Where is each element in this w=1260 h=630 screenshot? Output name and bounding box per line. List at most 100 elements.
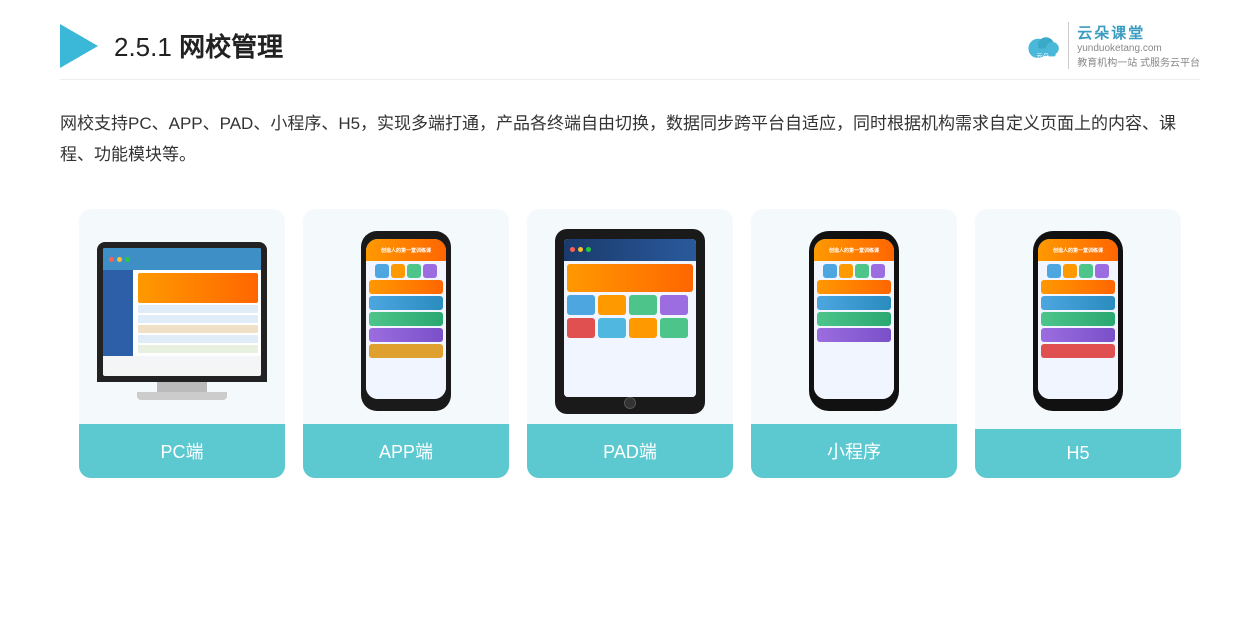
page-title: 2.5.1 网校管理	[114, 27, 283, 64]
pc-image-area	[79, 209, 285, 424]
phone-body-h5	[1038, 261, 1118, 399]
tablet-icon-grid	[567, 295, 693, 315]
phone-mockup-mini: 创造人的第一堂训练课	[809, 231, 899, 411]
phone-screen-app: 创造人的第一堂训练课	[366, 239, 446, 399]
tablet-icon	[567, 318, 595, 338]
phone-card-item	[369, 296, 443, 310]
phone-body	[366, 261, 446, 399]
phone-icon	[855, 264, 869, 278]
phone-notch	[391, 231, 421, 239]
brand-text-area: 云朵课堂 yunduoketang.com 教育机构一站 式服务云平台	[1068, 22, 1200, 69]
tagline-line1: 教育机构一站	[1077, 58, 1137, 69]
tablet-header	[564, 239, 696, 261]
card-label-h5: H5	[975, 429, 1181, 478]
pc-main-content	[135, 270, 261, 356]
phone-icon	[871, 264, 885, 278]
card-label-pc: PC端	[79, 424, 285, 478]
phone-card-row-mini	[817, 280, 891, 342]
phone-card-item	[1041, 312, 1115, 326]
phone-body-mini	[814, 261, 894, 399]
header: 2.5.1 网校管理 云朵 云朵课堂 yunduoketang.com 教育机构…	[60, 0, 1200, 80]
phone-card-row	[369, 280, 443, 358]
tablet-icon	[629, 295, 657, 315]
phone-notch-mini	[839, 231, 869, 239]
phone-card-item	[369, 312, 443, 326]
tablet-body	[564, 261, 696, 397]
tablet-banner	[567, 264, 693, 292]
header-right: 云朵 云朵课堂 yunduoketang.com 教育机构一站 式服务云平台	[1022, 22, 1200, 69]
card-h5: 创造人的第一堂训练课	[975, 209, 1181, 478]
phone-header-mini: 创造人的第一堂训练课	[814, 239, 894, 261]
phone-header: 创造人的第一堂训练课	[366, 239, 446, 261]
phone-icon	[423, 264, 437, 278]
tablet-icon-grid-2	[567, 318, 693, 338]
cloud-icon: 云朵	[1022, 26, 1062, 66]
pc-row	[138, 345, 258, 353]
card-pad: PAD端	[527, 209, 733, 478]
pc-row	[138, 315, 258, 323]
tagline-line2: 式服务云平台	[1140, 58, 1200, 69]
description-text: 网校支持PC、APP、PAD、小程序、H5，实现多端打通，产品各终端自由切换，数…	[60, 108, 1200, 171]
phone-card-item	[369, 328, 443, 342]
tablet-icon	[598, 318, 626, 338]
card-label-app: APP端	[303, 424, 509, 478]
phone-screen-mini: 创造人的第一堂训练课	[814, 239, 894, 399]
pc-rows	[138, 305, 258, 353]
tablet-home-button	[624, 397, 636, 409]
h5-image-area: 创造人的第一堂训练课	[975, 209, 1181, 424]
phone-icon	[1095, 264, 1109, 278]
app-image-area: 创造人的第一堂训练课	[303, 209, 509, 424]
card-app: 创造人的第一堂训练课	[303, 209, 509, 478]
pc-mockup	[97, 242, 267, 382]
phone-card-item	[817, 280, 891, 294]
phone-notch-h5	[1063, 231, 1093, 239]
phone-card-item	[369, 280, 443, 294]
phone-mockup-app: 创造人的第一堂训练课	[361, 231, 451, 411]
pc-row	[138, 305, 258, 313]
card-label-miniprogram: 小程序	[751, 424, 957, 478]
cards-container: PC端 创造人的第一堂训练课	[60, 209, 1200, 478]
pc-screen-header	[103, 248, 261, 270]
phone-icon	[391, 264, 405, 278]
brand-logo: 云朵 云朵课堂 yunduoketang.com 教育机构一站 式服务云平台	[1022, 22, 1200, 69]
brand-url: yunduoketang.com	[1077, 43, 1200, 54]
phone-icon	[823, 264, 837, 278]
phone-card-item	[1041, 296, 1115, 310]
phone-card-item	[369, 344, 443, 358]
tablet-mockup	[555, 229, 705, 414]
svg-text:云朵: 云朵	[1037, 52, 1050, 60]
phone-icon-row-mini	[817, 264, 891, 278]
phone-card-item	[817, 312, 891, 326]
card-miniprogram: 创造人的第一堂训练课	[751, 209, 957, 478]
pc-stand	[157, 382, 207, 392]
pad-image-area	[527, 209, 733, 424]
pc-screen	[103, 248, 261, 376]
phone-header-h5: 创造人的第一堂训练课	[1038, 239, 1118, 261]
phone-icon-row	[369, 264, 443, 278]
tablet-icon	[629, 318, 657, 338]
pc-row	[138, 335, 258, 343]
phone-icon	[375, 264, 389, 278]
header-left: 2.5.1 网校管理	[60, 24, 283, 68]
phone-card-item	[1041, 344, 1115, 358]
miniprogram-image-area: 创造人的第一堂训练课	[751, 209, 957, 424]
phone-icon	[407, 264, 421, 278]
phone-card-row-h5	[1041, 280, 1115, 358]
brand-tagline: 教育机构一站 式服务云平台	[1077, 54, 1200, 69]
page: 2.5.1 网校管理 云朵 云朵课堂 yunduoketang.com 教育机构…	[0, 0, 1260, 630]
logo-triangle-icon	[60, 24, 98, 68]
pc-sidebar	[103, 270, 133, 356]
phone-screen-h5: 创造人的第一堂训练课	[1038, 239, 1118, 399]
card-pc: PC端	[79, 209, 285, 478]
tablet-screen	[564, 239, 696, 397]
pc-row	[138, 325, 258, 333]
title-bold: 网校管理	[179, 32, 283, 62]
pc-banner	[138, 273, 258, 303]
phone-icon-row-h5	[1041, 264, 1115, 278]
phone-icon	[1047, 264, 1061, 278]
phone-icon	[1079, 264, 1093, 278]
pc-screen-body	[103, 270, 261, 356]
phone-mockup-h5: 创造人的第一堂训练课	[1033, 231, 1123, 411]
title-prefix: 2.5.1	[114, 32, 179, 62]
phone-card-item	[817, 328, 891, 342]
